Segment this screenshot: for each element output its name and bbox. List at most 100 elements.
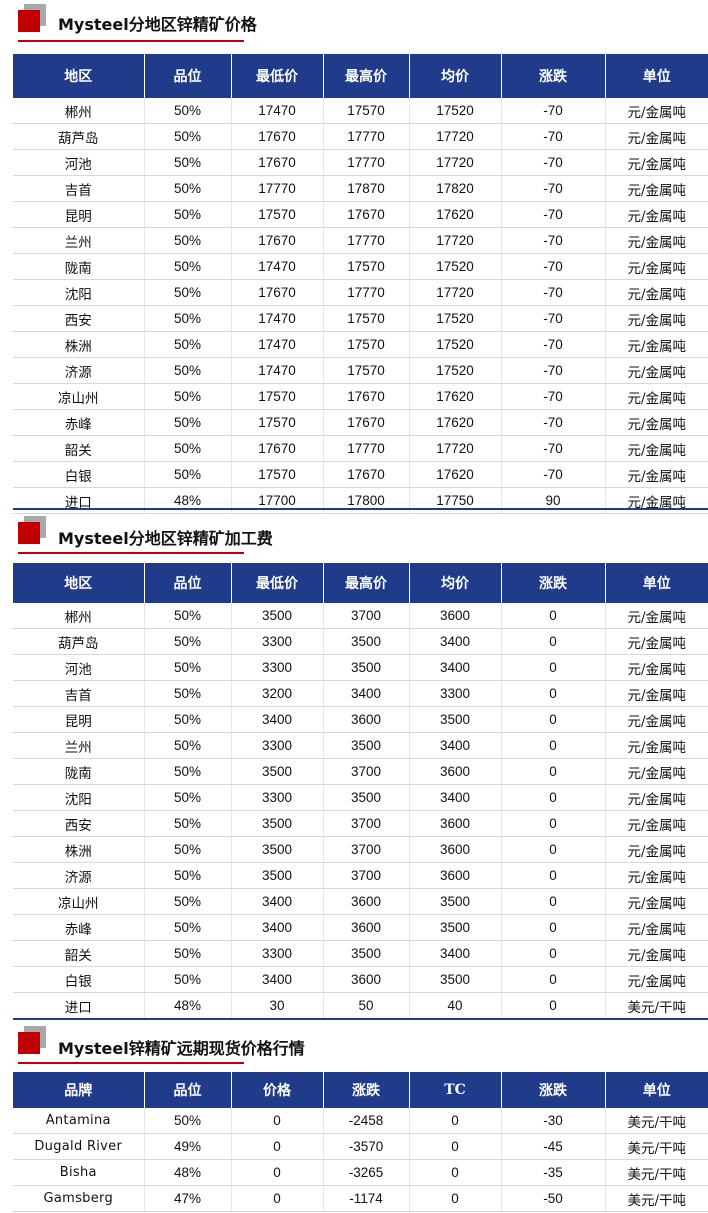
cell-high-price: 17570 [323, 331, 410, 358]
cell-region: 西安 [13, 305, 145, 332]
table-row: 韶关 50% 3300 3500 3400 0 元/金属吨 [13, 940, 708, 967]
cell-change: -3265 [323, 1159, 410, 1186]
cell-region: 白银 [13, 966, 145, 993]
cell-high-price: 3500 [323, 940, 410, 967]
cell-high-price: 17670 [323, 409, 410, 436]
cell-high-price: 3500 [323, 628, 410, 655]
table-row: 郴州 50% 17470 17570 17520 -70 元/金属吨 [13, 98, 708, 124]
cell-change: -70 [501, 98, 606, 124]
cell-price: 0 [231, 1133, 324, 1160]
cell-low-price: 3300 [231, 940, 324, 967]
column-header-high-price: 最高价 [323, 563, 410, 603]
cell-grade: 50% [144, 836, 232, 863]
column-header-low-price: 最低价 [231, 563, 324, 603]
cell-unit: 美元/干吨 [605, 992, 708, 1019]
cell-region: 葫芦岛 [13, 123, 145, 150]
cell-tc: 0 [409, 1108, 502, 1134]
cell-low-price: 17570 [231, 409, 324, 436]
cell-grade: 50% [144, 732, 232, 759]
cell-avg-price: 17520 [409, 98, 502, 124]
cell-avg-price: 17520 [409, 305, 502, 332]
cell-avg-price: 17620 [409, 383, 502, 410]
table-row: 济源 50% 17470 17570 17520 -70 元/金属吨 [13, 357, 708, 384]
table-row: 进口 48% 30 50 40 0 美元/干吨 [13, 992, 708, 1019]
column-header-region: 地区 [13, 54, 145, 98]
cell-unit: 元/金属吨 [605, 862, 708, 889]
cell-unit: 元/金属吨 [605, 914, 708, 941]
cell-high-price: 3600 [323, 966, 410, 993]
cell-low-price: 17670 [231, 123, 324, 150]
cell-grade: 50% [144, 654, 232, 681]
cell-grade: 50% [144, 680, 232, 707]
cell-region: 西安 [13, 810, 145, 837]
cell-unit: 元/金属吨 [605, 680, 708, 707]
cell-low-price: 3200 [231, 680, 324, 707]
cell-avg-price: 17620 [409, 461, 502, 488]
cell-change: 0 [501, 914, 606, 941]
cell-unit: 元/金属吨 [605, 227, 708, 254]
cell-tc-change: -35 [501, 1159, 606, 1186]
table-row: 葫芦岛 50% 17670 17770 17720 -70 元/金属吨 [13, 123, 708, 150]
cell-region: 赤峰 [13, 914, 145, 941]
cell-region: 白银 [13, 461, 145, 488]
cell-region: 沈阳 [13, 279, 145, 306]
cell-change: 0 [501, 784, 606, 811]
cell-grade: 50% [144, 175, 232, 202]
cell-price: 0 [231, 1159, 324, 1186]
table-row: 济源 50% 3500 3700 3600 0 元/金属吨 [13, 862, 708, 889]
cell-region: 株洲 [13, 331, 145, 358]
cell-grade: 50% [144, 435, 232, 462]
zinc-price-table: 地区 品位 最低价 最高价 均价 涨跌 单位 郴州 50% 17470 17570 17520 -70 元… [13, 54, 708, 514]
cell-tc-change: -30 [501, 1108, 606, 1134]
cell-unit: 元/金属吨 [605, 331, 708, 358]
cell-unit: 元/金属吨 [605, 966, 708, 993]
table-row: 白银 50% 17570 17670 17620 -70 元/金属吨 [13, 461, 708, 488]
cell-unit: 美元/干吨 [605, 1185, 708, 1212]
cell-change: 0 [501, 862, 606, 889]
title-decoration-red [18, 1032, 40, 1054]
column-header-tc: TC [409, 1072, 502, 1108]
cell-region: 河池 [13, 654, 145, 681]
cell-high-price: 17770 [323, 435, 410, 462]
cell-low-price: 3300 [231, 628, 324, 655]
table-row: Antamina 50% 0 -2458 0 -30 美元/干吨 [13, 1108, 708, 1134]
cell-unit: 元/金属吨 [605, 836, 708, 863]
cell-grade: 50% [144, 227, 232, 254]
cell-unit: 元/金属吨 [605, 706, 708, 733]
cell-region: 进口 [13, 992, 145, 1019]
cell-unit: 元/金属吨 [605, 305, 708, 332]
cell-grade: 50% [144, 706, 232, 733]
table-row: Bisha 48% 0 -3265 0 -35 美元/干吨 [13, 1159, 708, 1186]
cell-region: 凉山州 [13, 888, 145, 915]
cell-high-price: 17770 [323, 149, 410, 176]
cell-region: 株洲 [13, 836, 145, 863]
cell-unit: 元/金属吨 [605, 98, 708, 124]
column-header-change: 涨跌 [501, 54, 606, 98]
cell-low-price: 17670 [231, 149, 324, 176]
cell-grade: 47% [144, 1185, 232, 1212]
cell-avg-price: 3400 [409, 732, 502, 759]
cell-avg-price: 3500 [409, 888, 502, 915]
cell-grade: 50% [144, 784, 232, 811]
cell-low-price: 3300 [231, 784, 324, 811]
cell-avg-price: 17620 [409, 409, 502, 436]
cell-change: -70 [501, 253, 606, 280]
table-row: 兰州 50% 3300 3500 3400 0 元/金属吨 [13, 732, 708, 759]
cell-unit: 元/金属吨 [605, 409, 708, 436]
table-row: 昆明 50% 3400 3600 3500 0 元/金属吨 [13, 706, 708, 733]
cell-low-price: 3400 [231, 914, 324, 941]
cell-avg-price: 17520 [409, 253, 502, 280]
cell-change: -70 [501, 305, 606, 332]
cell-change: 0 [501, 654, 606, 681]
table-header-row: 品牌 品位 价格 涨跌 TC 涨跌 单位 [13, 1072, 708, 1108]
cell-brand: Dugald River [13, 1133, 145, 1160]
cell-unit: 元/金属吨 [605, 784, 708, 811]
title-underline [18, 40, 244, 42]
cell-unit: 元/金属吨 [605, 628, 708, 655]
cell-tc: 0 [409, 1133, 502, 1160]
cell-grade: 48% [144, 1159, 232, 1186]
cell-region: 韶关 [13, 940, 145, 967]
cell-grade: 50% [144, 603, 232, 629]
cell-low-price: 17670 [231, 279, 324, 306]
section-title-text: Mysteel分地区锌精矿加工费 [58, 529, 273, 548]
